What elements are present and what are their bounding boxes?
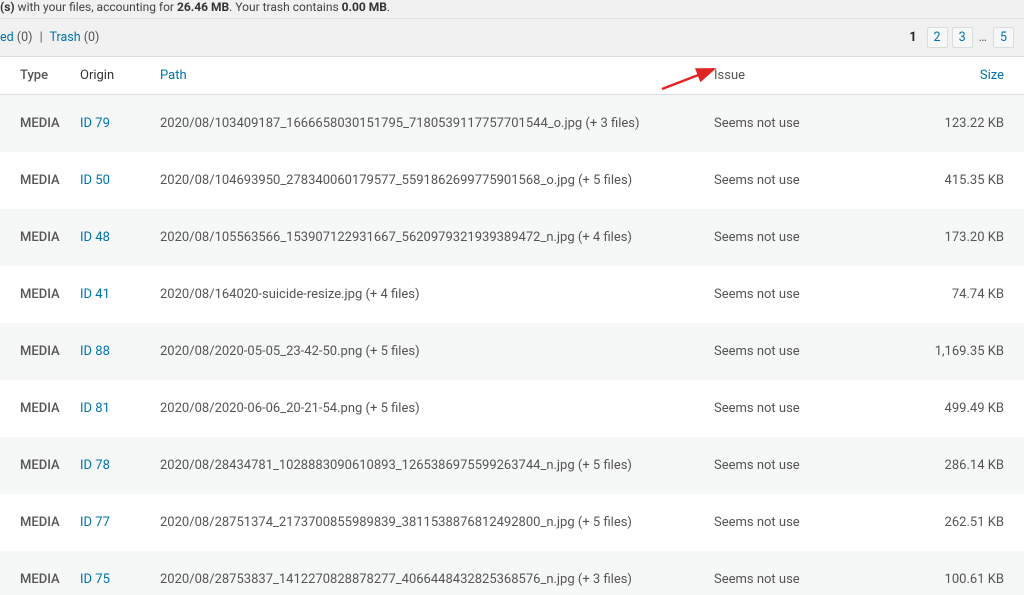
cell-type: MEDIA [20,572,80,587]
status-mid2: . Your trash contains [229,0,341,14]
cell-path: 2020/08/28753837_1412270828878277_406644… [160,572,714,587]
table-row[interactable]: MEDIAID 79 2020/08/103409187_166665803015… [0,95,1024,152]
cell-path: 2020/08/2020-05-05_23-42-50.png (+ 5 fil… [160,344,714,359]
cell-issue: Seems not use [714,515,864,530]
col-header-issue: Issue [714,68,864,83]
status-size: 26.46 MB [177,0,229,14]
table-row[interactable]: MEDIAID 75 2020/08/28753837_1412270828878… [0,551,1024,595]
cell-issue: Seems not use [714,458,864,473]
cell-origin: ID 41 [80,287,160,302]
origin-link[interactable]: ID 75 [80,572,110,587]
view-first-label: ed [0,30,14,45]
cell-type: MEDIA [20,344,80,359]
table-row[interactable]: MEDIAID 41 2020/08/164020-suicide-resize.… [0,266,1024,323]
cell-path: 2020/08/103409187_1666658030151795_71805… [160,116,714,131]
origin-link[interactable]: ID 50 [80,173,110,188]
origin-link[interactable]: ID 41 [80,287,110,302]
table-row[interactable]: MEDIAID 50 2020/08/104693950_278340060179… [0,152,1024,209]
view-trash-label: Trash [49,30,80,45]
cell-type: MEDIA [20,116,80,131]
view-sep: | [36,30,47,45]
pager-dots: … [977,30,989,45]
table: Type Origin Path Issue Size MEDIAID 7920… [0,56,1024,595]
status-suffix: . [387,0,390,14]
table-row[interactable]: MEDIAID 81 2020/08/2020-06-06_20-21-54.pn… [0,380,1024,437]
view-trash-link[interactable]: Trash [49,30,80,45]
origin-link[interactable]: ID 48 [80,230,110,245]
pager: 1 2 3 … 5 [903,27,1020,48]
cell-origin: ID 50 [80,173,160,188]
cell-path: 2020/08/2020-06-06_20-21-54.png (+ 5 fil… [160,401,714,416]
cell-origin: ID 48 [80,230,160,245]
origin-link[interactable]: ID 81 [80,401,110,416]
cell-path: 2020/08/105563566_153907122931667_562097… [160,230,714,245]
cell-type: MEDIA [20,515,80,530]
pager-current: 1 [903,28,922,47]
cell-origin: ID 88 [80,344,160,359]
cell-size: 100.61 KB [864,572,1004,587]
cell-origin: ID 79 [80,116,160,131]
cell-issue: Seems not use [714,287,864,302]
cell-issue: Seems not use [714,572,864,587]
status-prefix: (s) [0,0,15,14]
cell-size: 173.20 KB [864,230,1004,245]
views: ed (0) | Trash (0) [0,30,99,45]
col-header-origin: Origin [80,68,160,83]
origin-link[interactable]: ID 79 [80,116,110,131]
status-trash: 0.00 MB [342,0,387,14]
view-first-link[interactable]: ed [0,30,14,45]
col-header-type: Type [20,68,80,83]
cell-size: 499.49 KB [864,401,1004,416]
cell-size: 1,169.35 KB [864,344,1004,359]
cell-issue: Seems not use [714,344,864,359]
cell-path: 2020/08/28751374_2173700855989839_381153… [160,515,714,530]
cell-path: 2020/08/28434781_1028883090610893_126538… [160,458,714,473]
cell-size: 74.74 KB [864,287,1004,302]
pager-page-3[interactable]: 3 [952,27,973,48]
col-header-path[interactable]: Path [160,68,714,83]
table-row[interactable]: MEDIAID 88 2020/08/2020-05-05_23-42-50.pn… [0,323,1024,380]
cell-size: 123.22 KB [864,116,1004,131]
status-line: (s) with your files, accounting for 26.4… [0,0,1024,19]
origin-link[interactable]: ID 77 [80,515,110,530]
table-row[interactable]: MEDIAID 78 2020/08/28434781_1028883090610… [0,437,1024,494]
origin-link[interactable]: ID 78 [80,458,110,473]
cell-type: MEDIA [20,230,80,245]
table-header: Type Origin Path Issue Size [0,57,1024,95]
cell-origin: ID 75 [80,572,160,587]
subbar: ed (0) | Trash (0) 1 2 3 … 5 [0,19,1024,56]
cell-issue: Seems not use [714,173,864,188]
origin-link[interactable]: ID 88 [80,344,110,359]
cell-path: 2020/08/164020-suicide-resize.jpg (+ 4 f… [160,287,714,302]
cell-type: MEDIA [20,458,80,473]
cell-issue: Seems not use [714,116,864,131]
cell-issue: Seems not use [714,401,864,416]
status-mid1: with your files, accounting for [15,0,177,14]
cell-size: 262.51 KB [864,515,1004,530]
cell-type: MEDIA [20,173,80,188]
pager-page-2[interactable]: 2 [927,27,948,48]
col-header-size[interactable]: Size [864,68,1004,83]
view-first-count: (0) [17,30,33,45]
view-trash-count: (0) [84,30,100,45]
table-row[interactable]: MEDIAID 48 2020/08/105563566_153907122931… [0,209,1024,266]
cell-size: 286.14 KB [864,458,1004,473]
cell-origin: ID 77 [80,515,160,530]
cell-size: 415.35 KB [864,173,1004,188]
cell-type: MEDIA [20,401,80,416]
cell-issue: Seems not use [714,230,864,245]
cell-origin: ID 78 [80,458,160,473]
cell-type: MEDIA [20,287,80,302]
table-row[interactable]: MEDIAID 77 2020/08/28751374_2173700855989… [0,494,1024,551]
cell-path: 2020/08/104693950_278340060179577_559186… [160,173,714,188]
pager-last[interactable]: 5 [993,27,1014,48]
cell-origin: ID 81 [80,401,160,416]
